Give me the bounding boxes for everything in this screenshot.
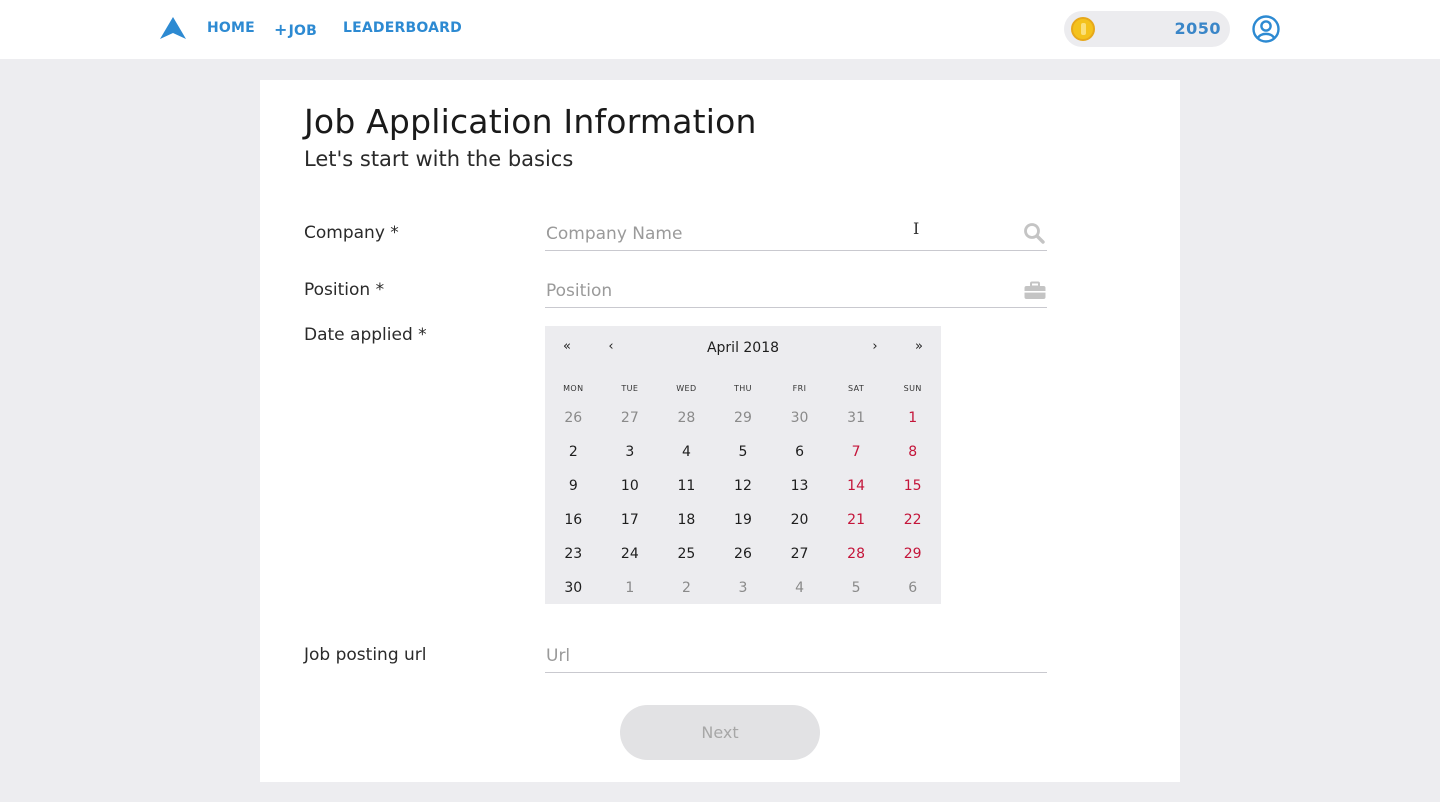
calendar-week-row: 30 1 2 3 4 5 6 [545,571,941,605]
calendar-day[interactable]: 1 [602,571,659,605]
nav-home-link[interactable]: HOME [207,20,255,36]
calendar-day[interactable]: 30 [771,401,828,435]
calendar-day[interactable]: 9 [545,469,602,503]
calendar-day[interactable]: 20 [771,503,828,537]
page-title: Job Application Information [304,102,757,141]
next-button[interactable]: Next [620,705,820,760]
calendar-day[interactable]: 28 [658,401,715,435]
calendar-day[interactable]: 3 [602,435,659,469]
weekday-label: THU [733,384,752,393]
calendar-day[interactable]: 15 [884,469,941,503]
calendar-day[interactable]: 23 [545,537,602,571]
briefcase-icon [1024,281,1046,299]
text-cursor-icon: I [913,219,920,238]
calendar-weekdays: MON TUE WED THU FRI SAT SUN [545,384,941,393]
date-applied-label: Date applied * [304,325,427,345]
nav-job-label: JOB [288,23,317,39]
job-url-label: Job posting url [304,645,427,665]
calendar-day[interactable]: 5 [715,435,772,469]
calendar-day[interactable]: 7 [828,435,885,469]
calendar-day[interactable]: 2 [545,435,602,469]
calendar-week-row: 23 24 25 26 27 28 29 [545,537,941,571]
calendar-day[interactable]: 10 [602,469,659,503]
nav-add-job-link[interactable]: +JOB [274,20,317,39]
calendar-day[interactable]: 28 [828,537,885,571]
calendar-day[interactable]: 5 [828,571,885,605]
calendar-day[interactable]: 18 [658,503,715,537]
coin-balance: 2050 [1064,11,1230,47]
calendar-day[interactable]: 8 [884,435,941,469]
prev-year-button[interactable]: « [557,339,577,354]
calendar-day[interactable]: 21 [828,503,885,537]
date-picker-calendar: « ‹ April 2018 › » MON TUE WED THU FRI S… [545,326,941,604]
calendar-day[interactable]: 27 [602,401,659,435]
logo-icon[interactable] [160,17,186,39]
calendar-day[interactable]: 26 [545,401,602,435]
calendar-month-label[interactable]: April 2018 [643,340,843,356]
calendar-day[interactable]: 1 [884,401,941,435]
calendar-day[interactable]: 17 [602,503,659,537]
weekday-label: SAT [848,384,865,393]
next-month-button[interactable]: › [865,339,885,354]
calendar-day[interactable]: 3 [715,571,772,605]
company-label: Company * [304,223,399,243]
calendar-day[interactable]: 6 [771,435,828,469]
plus-icon: + [274,20,288,39]
calendar-day[interactable]: 19 [715,503,772,537]
weekday-label: TUE [621,384,639,393]
coin-icon [1071,17,1095,41]
calendar-day[interactable]: 29 [715,401,772,435]
calendar-day[interactable]: 26 [715,537,772,571]
calendar-day[interactable]: 11 [658,469,715,503]
calendar-week-row: 16 17 18 19 20 21 22 [545,503,941,537]
calendar-day[interactable]: 13 [771,469,828,503]
calendar-days: 26 27 28 29 30 31 1 2 3 4 5 6 7 8 9 10 11 12 13 14 15 16 17 18 1… [545,401,941,605]
weekday-label: FRI [792,384,807,393]
calendar-day[interactable]: 25 [658,537,715,571]
prev-month-button[interactable]: ‹ [601,339,621,354]
calendar-day[interactable]: 24 [602,537,659,571]
company-input[interactable] [545,217,1047,251]
top-nav: HOME +JOB LEADERBOARD 2050 [0,0,1440,59]
search-icon [1024,223,1045,244]
nav-leaderboard-link[interactable]: LEADERBOARD [343,20,462,36]
calendar-day[interactable]: 31 [828,401,885,435]
calendar-day[interactable]: 14 [828,469,885,503]
weekday-label: WED [676,384,697,393]
calendar-week-row: 26 27 28 29 30 31 1 [545,401,941,435]
calendar-day[interactable]: 30 [545,571,602,605]
page-subtitle: Let's start with the basics [304,147,574,171]
coin-count: 2050 [1174,19,1221,38]
weekday-label: SUN [903,384,922,393]
calendar-day[interactable]: 29 [884,537,941,571]
job-url-input[interactable] [545,639,1047,673]
user-circle-icon[interactable] [1252,15,1280,43]
calendar-day[interactable]: 22 [884,503,941,537]
calendar-day[interactable]: 2 [658,571,715,605]
calendar-week-row: 2345678 [545,435,941,469]
calendar-day[interactable]: 6 [884,571,941,605]
next-year-button[interactable]: » [909,339,929,354]
calendar-day[interactable]: 4 [658,435,715,469]
position-input[interactable] [545,274,1047,308]
weekday-label: MON [563,384,584,393]
calendar-day[interactable]: 27 [771,537,828,571]
calendar-day[interactable]: 4 [771,571,828,605]
calendar-day[interactable]: 12 [715,469,772,503]
calendar-day[interactable]: 16 [545,503,602,537]
calendar-week-row: 9 10 11 12 13 14 15 [545,469,941,503]
job-application-card: Job Application Information Let's start … [260,80,1180,782]
position-label: Position * [304,280,385,300]
